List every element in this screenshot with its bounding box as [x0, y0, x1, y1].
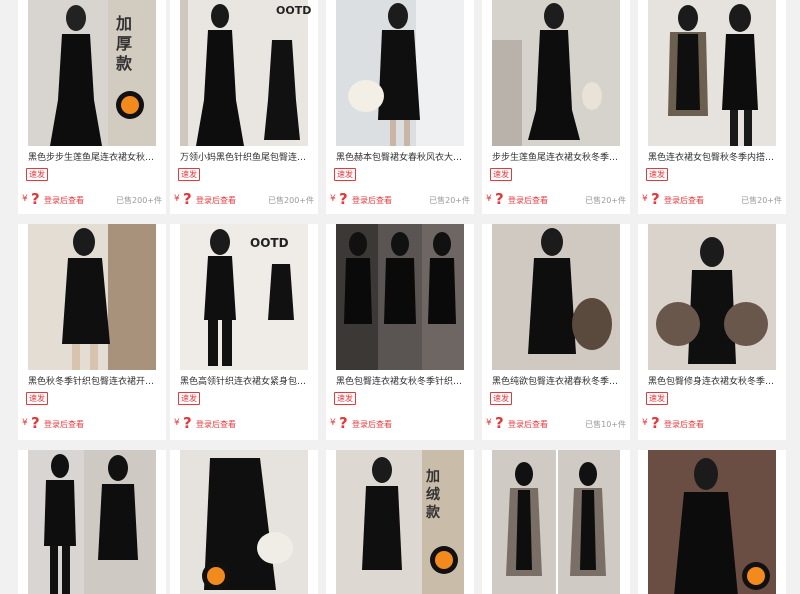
fast-ship-tag: 速发 [178, 168, 200, 181]
hidden-price: ? [339, 414, 348, 432]
sold-count: 已售20+件 [741, 196, 782, 205]
product-card[interactable]: 黑色纯欲包臀连衣裙春秋冬季… 速发 ¥ ? 登录后查看 已售10+件 [482, 224, 630, 440]
product-card[interactable]: 加绒款 [326, 450, 474, 594]
login-to-view-link[interactable]: 登录后查看 [44, 195, 84, 206]
image-overlay-text: 加厚款 [116, 14, 133, 73]
product-card[interactable]: 黑色赫本包臀裙女春秋风衣大… 速发 ¥ ? 登录后查看 已售20+件 [326, 0, 474, 214]
currency-symbol: ¥ [642, 418, 648, 428]
hidden-price: ? [339, 190, 348, 208]
product-card[interactable] [638, 450, 786, 594]
login-to-view-link[interactable]: 登录后查看 [352, 419, 392, 430]
product-title[interactable]: 黑色纯欲包臀连衣裙春秋冬季… [492, 376, 624, 388]
product-card[interactable]: 加厚款 黑色步步生莲鱼尾连衣裙女秋… 速发 ¥ ? 登录后查看 已售200+件 [18, 0, 166, 214]
currency-symbol: ¥ [22, 194, 28, 204]
product-image[interactable] [648, 0, 776, 146]
fast-ship-tag: 速发 [334, 168, 356, 181]
product-card[interactable] [18, 450, 166, 594]
product-image[interactable] [180, 0, 308, 146]
price-row: ¥ ? 登录后查看 已售200+件 [174, 190, 316, 208]
product-image[interactable] [648, 450, 776, 594]
fast-ship-tag: 速发 [646, 392, 668, 405]
currency-symbol: ¥ [486, 194, 492, 204]
product-grid: 加厚款 黑色步步生莲鱼尾连衣裙女秋… 速发 ¥ ? 登录后查看 已售200+件 … [0, 0, 800, 594]
product-card[interactable] [170, 450, 318, 594]
product-image[interactable] [28, 450, 156, 594]
product-card[interactable]: 黑色包臀修身连衣裙女秋冬季… 速发 ¥ ? 登录后查看 [638, 224, 786, 440]
login-to-view-link[interactable]: 登录后查看 [508, 195, 548, 206]
price-row: ¥ ? 登录后查看 [22, 414, 164, 432]
sold-count: 已售200+件 [268, 196, 314, 205]
hidden-price: ? [183, 414, 192, 432]
fast-ship-tag: 速发 [26, 392, 48, 405]
product-title[interactable]: 黑色连衣裙女包臀秋冬季内搭… [648, 152, 780, 164]
product-title[interactable]: 黑色高领针织连衣裙女紧身包… [180, 376, 312, 388]
product-image[interactable] [180, 450, 308, 594]
price-row: ¥ ? 登录后查看 [642, 414, 784, 432]
sold-count: 已售20+件 [429, 196, 470, 205]
price-row: ¥ ? 登录后查看 [174, 414, 316, 432]
sold-count: 已售10+件 [585, 420, 626, 429]
currency-symbol: ¥ [486, 418, 492, 428]
hidden-price: ? [183, 190, 192, 208]
hidden-price: ? [651, 190, 660, 208]
login-to-view-link[interactable]: 登录后查看 [664, 419, 704, 430]
fast-ship-tag: 速发 [334, 392, 356, 405]
login-to-view-link[interactable]: 登录后查看 [44, 419, 84, 430]
sold-count: 已售20+件 [585, 196, 626, 205]
hidden-price: ? [651, 414, 660, 432]
product-title[interactable]: 黑色秋冬季针织包臀连衣裙开… [28, 376, 160, 388]
currency-symbol: ¥ [330, 418, 336, 428]
product-image[interactable] [492, 0, 620, 146]
hidden-price: ? [31, 190, 40, 208]
login-to-view-link[interactable]: 登录后查看 [196, 195, 236, 206]
product-title[interactable]: 万领小妈黑色针织鱼尾包臀连… [180, 152, 312, 164]
currency-symbol: ¥ [330, 194, 336, 204]
product-image[interactable] [336, 224, 464, 370]
product-image[interactable] [648, 224, 776, 370]
sold-count: 已售200+件 [116, 196, 162, 205]
currency-symbol: ¥ [174, 194, 180, 204]
login-to-view-link[interactable]: 登录后查看 [508, 419, 548, 430]
hidden-price: ? [31, 414, 40, 432]
product-title[interactable]: 黑色包臀修身连衣裙女秋冬季… [648, 376, 780, 388]
fast-ship-tag: 速发 [26, 168, 48, 181]
hidden-price: ? [495, 414, 504, 432]
image-overlay-text: 加绒款 [426, 469, 440, 521]
login-to-view-link[interactable]: 登录后查看 [664, 195, 704, 206]
product-card[interactable]: 黑色包臀连衣裙女秋冬季针织… 速发 ¥ ? 登录后查看 [326, 224, 474, 440]
product-image[interactable] [28, 224, 156, 370]
login-to-view-link[interactable]: 登录后查看 [352, 195, 392, 206]
product-card[interactable]: 黑色秋冬季针织包臀连衣裙开… 速发 ¥ ? 登录后查看 [18, 224, 166, 440]
price-row: ¥ ? 登录后查看 已售200+件 [22, 190, 164, 208]
product-title[interactable]: 黑色步步生莲鱼尾连衣裙女秋… [28, 152, 160, 164]
product-card[interactable]: OOTD 黑色高领针织连衣裙女紧身包… 速发 ¥ ? 登录后查看 [170, 224, 318, 440]
image-overlay-text: OOTD [276, 4, 312, 17]
fast-ship-tag: 速发 [178, 392, 200, 405]
fast-ship-tag: 速发 [490, 168, 512, 181]
price-row: ¥ ? 登录后查看 [330, 414, 472, 432]
product-card[interactable]: 步步生莲鱼尾连衣裙女秋冬季… 速发 ¥ ? 登录后查看 已售20+件 [482, 0, 630, 214]
product-title[interactable]: 步步生莲鱼尾连衣裙女秋冬季… [492, 152, 624, 164]
fast-ship-tag: 速发 [646, 168, 668, 181]
currency-symbol: ¥ [22, 418, 28, 428]
image-overlay-text: OOTD [250, 236, 289, 250]
product-title[interactable]: 黑色赫本包臀裙女春秋风衣大… [336, 152, 468, 164]
product-card[interactable] [482, 450, 630, 594]
product-image[interactable] [336, 0, 464, 146]
currency-symbol: ¥ [174, 418, 180, 428]
product-image[interactable] [492, 224, 620, 370]
product-card[interactable]: 黑色连衣裙女包臀秋冬季内搭… 速发 ¥ ? 登录后查看 已售20+件 [638, 0, 786, 214]
product-image[interactable] [492, 450, 620, 594]
price-row: ¥ ? 登录后查看 已售20+件 [486, 190, 628, 208]
fast-ship-tag: 速发 [490, 392, 512, 405]
price-row: ¥ ? 登录后查看 已售20+件 [330, 190, 472, 208]
hidden-price: ? [495, 190, 504, 208]
product-title[interactable]: 黑色包臀连衣裙女秋冬季针织… [336, 376, 468, 388]
product-card[interactable]: OOTD 万领小妈黑色针织鱼尾包臀连… 速发 ¥ ? 登录后查看 已售200+件 [170, 0, 318, 214]
price-row: ¥ ? 登录后查看 已售20+件 [642, 190, 784, 208]
login-to-view-link[interactable]: 登录后查看 [196, 419, 236, 430]
currency-symbol: ¥ [642, 194, 648, 204]
price-row: ¥ ? 登录后查看 已售10+件 [486, 414, 628, 432]
